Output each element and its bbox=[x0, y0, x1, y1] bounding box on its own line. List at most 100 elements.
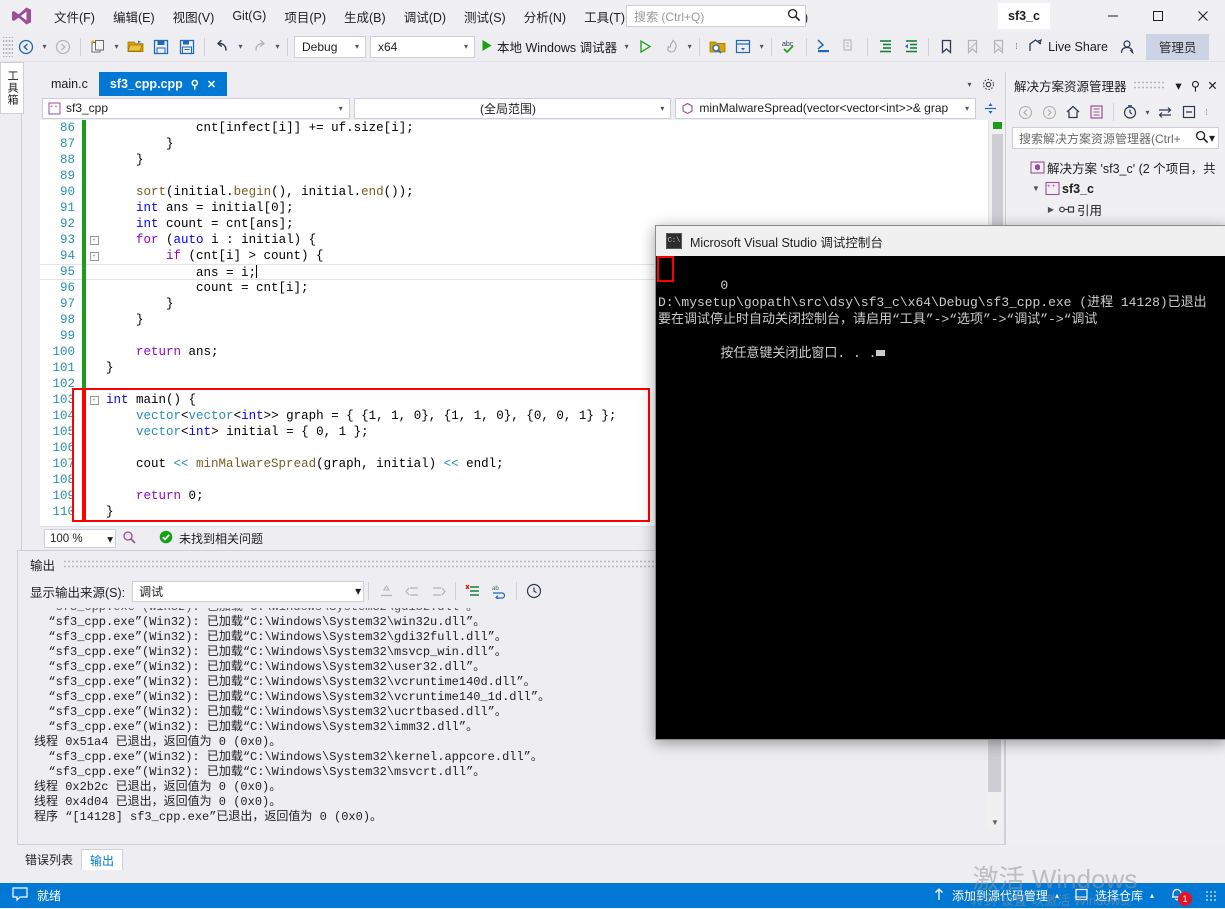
se-home-icon[interactable] bbox=[1061, 101, 1085, 124]
navigate-forward-icon[interactable] bbox=[51, 35, 75, 59]
source-control-button[interactable]: 添加到源代码管理 ▴ bbox=[925, 883, 1067, 908]
increase-indent-icon[interactable] bbox=[873, 35, 897, 59]
toolbar-grip[interactable] bbox=[3, 36, 13, 57]
hot-reload-icon[interactable] bbox=[659, 35, 683, 59]
decrease-indent-icon[interactable] bbox=[899, 35, 923, 59]
pin-panel-icon[interactable]: ⚲ bbox=[1187, 75, 1204, 95]
output-source-dropdown[interactable]: 调试 ▾ bbox=[132, 580, 365, 602]
solution-tree-item[interactable]: 解决方案 'sf3_c' (2 个项目，共 bbox=[1006, 157, 1225, 178]
minimize-button[interactable] bbox=[1090, 0, 1135, 32]
tab-list-dropdown-icon[interactable]: ▾ bbox=[964, 72, 975, 96]
live-share-button[interactable]: Live Share bbox=[1022, 35, 1114, 59]
solution-explorer-grip[interactable] bbox=[1132, 80, 1164, 90]
se-collapse-all-icon[interactable] bbox=[1177, 101, 1201, 124]
scope-dropdown[interactable]: (全局范围) ▾ bbox=[353, 97, 672, 119]
se-pending-changes-icon[interactable] bbox=[1118, 101, 1142, 124]
search-input[interactable]: 搜索 (Ctrl+Q) bbox=[626, 5, 806, 27]
se-forward-icon[interactable] bbox=[1037, 101, 1061, 124]
project-scope-dropdown[interactable]: + + sf3_cpp ▾ bbox=[42, 97, 350, 119]
se-sync-icon[interactable] bbox=[1153, 101, 1177, 124]
solution-tree-item[interactable]: ▼ + + sf3_c bbox=[1006, 178, 1225, 199]
close-tab-icon[interactable]: ✕ bbox=[207, 78, 216, 91]
code-line[interactable]: 91 int ans = initial[0]; bbox=[40, 200, 965, 216]
redo-dropdown-icon[interactable]: ▾ bbox=[272, 35, 283, 59]
console-output-area[interactable]: 0 D:\mysetup\gopath\src\dsy\sf3_c\x64\De… bbox=[656, 256, 1225, 739]
select-repository-button[interactable]: 选择仓库 ▴ bbox=[1067, 883, 1162, 908]
send-feedback-icon[interactable] bbox=[1115, 35, 1139, 59]
start-debugging-button[interactable]: 本地 Windows 调试器 bbox=[477, 35, 621, 59]
toolbox-vertical-tab[interactable]: 工具箱 bbox=[0, 62, 24, 114]
save-icon[interactable] bbox=[149, 35, 173, 59]
se-back-icon[interactable] bbox=[1013, 101, 1037, 124]
undo-icon[interactable] bbox=[210, 35, 234, 59]
solution-name-badge[interactable]: sf3_c bbox=[998, 3, 1050, 29]
intellisense-icon[interactable] bbox=[122, 530, 137, 548]
hot-reload-dropdown-icon[interactable]: ▾ bbox=[684, 35, 695, 59]
open-file-icon[interactable] bbox=[123, 35, 147, 59]
fold-column[interactable]: - bbox=[86, 235, 102, 245]
collapse-region-icon[interactable]: - bbox=[89, 251, 99, 261]
debug-console-window[interactable]: C:\ Microsoft Visual Studio 调试控制台 0 D:\m… bbox=[655, 225, 1225, 740]
toggle-bookmark-icon[interactable] bbox=[934, 35, 958, 59]
run-dropdown-icon[interactable]: ▾ bbox=[621, 35, 632, 59]
collapse-region-icon[interactable]: - bbox=[89, 395, 99, 405]
code-line[interactable]: 89 bbox=[40, 168, 965, 184]
undo-dropdown-icon[interactable]: ▾ bbox=[235, 35, 246, 59]
window-layout-icon[interactable] bbox=[731, 35, 755, 59]
go-to-previous-icon[interactable] bbox=[400, 580, 424, 602]
zoom-level-dropdown[interactable]: 100 % ▾ bbox=[44, 529, 116, 548]
spell-check-icon[interactable]: abc bbox=[777, 35, 801, 59]
new-project-icon[interactable] bbox=[86, 35, 110, 59]
resize-grip[interactable] bbox=[1205, 889, 1217, 902]
editor-tab-sf3-cpp[interactable]: sf3_cpp.cpp ⚲ ✕ bbox=[98, 72, 228, 96]
new-project-dropdown-icon[interactable]: ▾ bbox=[111, 35, 122, 59]
maximize-button[interactable] bbox=[1135, 0, 1180, 32]
solution-configuration-dropdown[interactable]: Debug ▾ bbox=[294, 35, 366, 58]
menu-item-project[interactable]: 项目(P) bbox=[275, 3, 335, 30]
pin-tab-icon[interactable]: ⚲ bbox=[191, 78, 199, 91]
layout-dropdown-icon[interactable]: ▾ bbox=[756, 35, 767, 59]
menu-item-edit[interactable]: 编辑(E) bbox=[104, 3, 164, 30]
se-show-all-files-icon[interactable] bbox=[1085, 101, 1109, 124]
expanded-chevron-icon[interactable]: ▼ bbox=[1029, 184, 1043, 193]
menu-item-file[interactable]: 文件(F) bbox=[45, 3, 104, 30]
se-overflow-icon[interactable]: ⁞ bbox=[1201, 100, 1212, 124]
comment-selection-icon[interactable] bbox=[812, 35, 836, 59]
show-timestamps-icon[interactable] bbox=[522, 580, 546, 602]
dock-tab-error-list[interactable]: 错误列表 bbox=[17, 849, 81, 870]
panel-menu-icon[interactable]: ▾ bbox=[1170, 75, 1187, 95]
notifications-button[interactable]: 1 bbox=[1162, 883, 1200, 908]
editor-tab-main-c[interactable]: main.c bbox=[40, 72, 99, 96]
previous-bookmark-icon[interactable] bbox=[960, 35, 984, 59]
menu-item-git[interactable]: Git(G) bbox=[223, 5, 275, 27]
tab-settings-icon[interactable] bbox=[976, 72, 1000, 96]
dock-tab-output[interactable]: 输出 bbox=[81, 849, 124, 870]
se-filter-dropdown-icon[interactable]: ▾ bbox=[1142, 100, 1153, 124]
menu-item-test[interactable]: 测试(S) bbox=[455, 3, 515, 30]
menu-item-debug[interactable]: 调试(D) bbox=[395, 3, 455, 30]
code-line[interactable]: 87 } bbox=[40, 136, 965, 152]
bookmark-overflow-icon[interactable]: ⁞ bbox=[1011, 35, 1022, 59]
redo-icon[interactable] bbox=[247, 35, 271, 59]
member-dropdown[interactable]: minMalwareSpread(vector<vector<int>>& gr… bbox=[675, 97, 977, 119]
code-line[interactable]: 88 } bbox=[40, 152, 965, 168]
output-scroll-down-icon[interactable]: ▼ bbox=[987, 814, 1003, 830]
close-panel-icon[interactable]: ✕ bbox=[1204, 75, 1221, 95]
uncomment-selection-icon[interactable] bbox=[838, 35, 862, 59]
split-editor-icon[interactable] bbox=[978, 96, 1002, 120]
clear-all-icon[interactable] bbox=[461, 580, 485, 602]
toggle-word-wrap-icon[interactable]: ab bbox=[487, 580, 511, 602]
solution-explorer-search-input[interactable]: 搜索解决方案资源管理器(Ctrl+ ▾ bbox=[1012, 127, 1219, 149]
menu-item-build[interactable]: 生成(B) bbox=[335, 3, 395, 30]
start-without-debugging-icon[interactable] bbox=[633, 35, 657, 59]
se-search-options-icon[interactable]: ▾ bbox=[1209, 131, 1215, 145]
back-dropdown-icon[interactable]: ▾ bbox=[39, 35, 50, 59]
fold-column[interactable]: - bbox=[86, 395, 102, 405]
menu-item-analyze[interactable]: 分析(N) bbox=[515, 3, 575, 30]
collapse-region-icon[interactable]: - bbox=[89, 235, 99, 245]
go-to-next-icon[interactable] bbox=[426, 580, 450, 602]
solution-tree-item[interactable]: ▶ 引用 bbox=[1006, 199, 1225, 220]
next-bookmark-icon[interactable] bbox=[986, 35, 1010, 59]
code-line[interactable]: 86 cnt[infect[i]] += uf.size[i]; bbox=[40, 120, 965, 136]
find-message-icon[interactable] bbox=[374, 580, 398, 602]
